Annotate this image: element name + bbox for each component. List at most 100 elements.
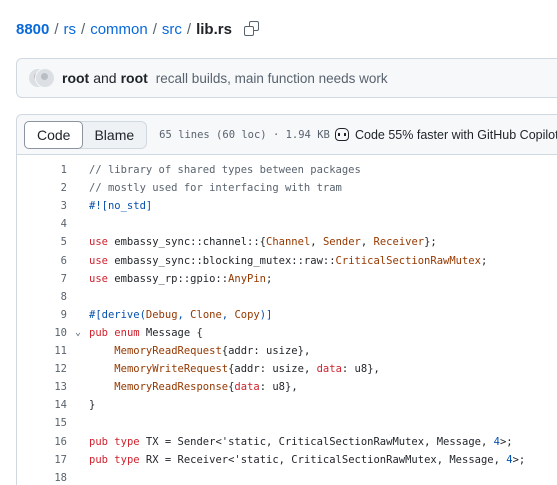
code-line: 6 use embassy_sync::blocking_mutex::raw::… (17, 252, 488, 270)
breadcrumb-link-src[interactable]: src (162, 21, 182, 38)
code-line: 7 use embassy_rp::gpio::AnyPin; (17, 270, 273, 288)
line-number[interactable]: 14 (17, 399, 67, 411)
code-token: {addr: usize}, (221, 345, 311, 357)
code-text: MemoryReadResponse{data: u8}, (89, 381, 298, 394)
line-number[interactable]: 13 (17, 381, 67, 393)
code-text: pub enum Message { (89, 327, 203, 339)
line-number[interactable]: 11 (17, 345, 67, 357)
line-number[interactable]: 1 (17, 164, 67, 176)
code-token: pub (89, 435, 108, 448)
code-token: // library of shared types between packa… (89, 164, 361, 176)
tab-blame[interactable]: Blame (82, 122, 146, 148)
breadcrumb-repo-link[interactable]: 8800 (16, 21, 49, 38)
copilot-promo-label: Code 55% faster with GitHub Copilot (355, 127, 557, 142)
code-text: MemoryWriteRequest{addr: usize, data: u8… (89, 363, 380, 375)
line-number[interactable]: 17 (17, 454, 67, 466)
code-token: data (316, 363, 342, 376)
author-avatars[interactable] (28, 68, 55, 88)
code-token: Copy (234, 308, 260, 321)
code-token: >; (512, 453, 526, 466)
code-line: 13 MemoryReadResponse{data: u8}, (17, 378, 298, 396)
code-token: } (89, 399, 96, 412)
code-text: // mostly used for interfacing with tram (89, 182, 342, 194)
code-token: #![no_std] (89, 200, 153, 213)
line-number[interactable]: 16 (17, 436, 67, 448)
code-token: Receiver (373, 236, 425, 249)
line-number[interactable]: 4 (17, 218, 67, 230)
code-token: TX = Sender<'static, CriticalSectionRawM… (139, 435, 494, 448)
code-line: 18 (17, 469, 89, 485)
code-token: data (234, 381, 260, 394)
code-line: 12 MemoryWriteRequest{addr: usize, data:… (17, 360, 380, 378)
code-text: use embassy_sync::blocking_mutex::raw::C… (89, 255, 487, 267)
line-number[interactable]: 3 (17, 200, 67, 212)
file-header: Code Blame 65 lines (60 loc) · 1.94 KB C… (16, 114, 557, 154)
code-token: #[derive( (89, 308, 146, 321)
fold-chevron-icon[interactable]: ⌄ (67, 327, 89, 338)
line-number[interactable]: 8 (17, 291, 67, 303)
breadcrumb-separator: / (186, 20, 192, 38)
breadcrumb: 8800 / rs / common / src / lib.rs (16, 18, 260, 40)
code-token: , (310, 236, 323, 249)
code-token: : u8}, (259, 381, 298, 394)
code-token: type (114, 453, 140, 466)
line-number[interactable]: 10 (17, 327, 67, 339)
code-token: ; (480, 254, 488, 267)
copy-path-icon[interactable] (243, 21, 260, 37)
code-token: , (177, 308, 191, 321)
copilot-icon (335, 128, 349, 141)
code-line: 2 // mostly used for interfacing with tra… (17, 179, 342, 197)
breadcrumb-separator: / (81, 20, 86, 38)
line-number[interactable]: 12 (17, 363, 67, 375)
commit-coauthor-link[interactable]: root (121, 70, 148, 86)
breadcrumb-link-rs[interactable]: rs (64, 21, 77, 38)
breadcrumb-link-common[interactable]: common (90, 21, 148, 38)
file-size-info: 65 lines (60 loc) · 1.94 KB (159, 128, 330, 141)
code-token: type (114, 435, 140, 448)
code-token: MemoryReadRequest (114, 345, 222, 357)
code-line: 9 #[derive(Debug, Clone, Copy)] (17, 306, 273, 324)
line-number[interactable]: 9 (17, 309, 67, 321)
code-token: : u8}, (341, 363, 380, 376)
code-token: MemoryWriteRequest (114, 363, 229, 376)
code-view: 1 // library of shared types between pack… (16, 154, 557, 485)
code-line: 1 // library of shared types between pack… (17, 161, 361, 179)
code-token: embassy_sync::blocking_mutex::raw:: (107, 254, 336, 267)
line-number[interactable]: 15 (17, 417, 67, 429)
line-number[interactable]: 5 (17, 236, 67, 248)
line-number[interactable]: 18 (17, 472, 67, 484)
code-token: use (89, 236, 108, 249)
copilot-promo-link[interactable]: Code 55% faster with GitHub Copilot (335, 128, 557, 142)
code-token: ; (266, 272, 273, 285)
code-token: enum (114, 326, 140, 339)
code-token: CriticalSectionRawMutex (335, 254, 481, 267)
line-number[interactable]: 2 (17, 182, 67, 194)
commit-author-link[interactable]: root (62, 70, 89, 86)
code-text: // library of shared types between packa… (89, 164, 361, 176)
code-line: 11 MemoryReadRequest{addr: usize}, (17, 342, 310, 360)
breadcrumb-separator: / (54, 20, 59, 38)
avatar[interactable] (35, 68, 55, 88)
code-token: use (89, 254, 108, 267)
line-number[interactable]: 6 (17, 255, 67, 267)
code-line: 8 (17, 288, 89, 306)
code-token: // mostly used for interfacing with tram (89, 182, 342, 195)
code-token: embassy_sync::channel::{ (107, 236, 267, 249)
code-token: RX = Receiver<'static, CriticalSectionRa… (139, 453, 507, 466)
commit-message-link[interactable]: recall builds, main function needs work (156, 71, 388, 86)
code-token: AnyPin (228, 272, 267, 285)
code-token: pub (89, 453, 108, 466)
latest-commit-box: root and root recall builds, main functi… (16, 58, 557, 98)
code-line: 14} (17, 396, 95, 414)
line-number[interactable]: 7 (17, 273, 67, 285)
code-token: MemoryReadResponse (114, 381, 229, 394)
tab-code[interactable]: Code (24, 120, 84, 149)
code-token: Debug (145, 308, 178, 321)
code-line: 15 (17, 414, 89, 432)
code-text: MemoryReadRequest{addr: usize}, (89, 345, 310, 357)
view-mode-toggle: Code Blame (24, 120, 148, 149)
code-line: 3 #![no_std] (17, 197, 153, 215)
